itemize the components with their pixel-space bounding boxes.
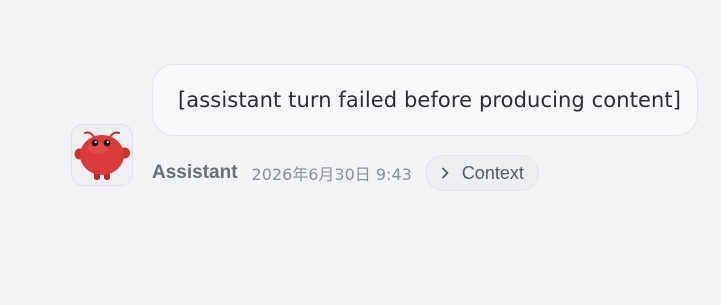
avatar xyxy=(71,124,133,186)
message-bubble: [assistant turn failed before producing … xyxy=(152,64,698,136)
sender-name: Assistant xyxy=(152,162,238,183)
chat-message: [assistant turn failed before producing … xyxy=(0,0,721,305)
assistant-mascot-icon xyxy=(74,131,130,180)
message-meta: Assistant 2026年6月30日 9:43 Context xyxy=(152,154,539,192)
message-text: [assistant turn failed before producing … xyxy=(178,88,682,112)
message-timestamp: 2026年6月30日 9:43 xyxy=(251,165,412,184)
context-label: Context xyxy=(461,162,524,183)
context-button[interactable]: Context xyxy=(424,155,539,191)
chevron-right-icon xyxy=(438,166,452,180)
